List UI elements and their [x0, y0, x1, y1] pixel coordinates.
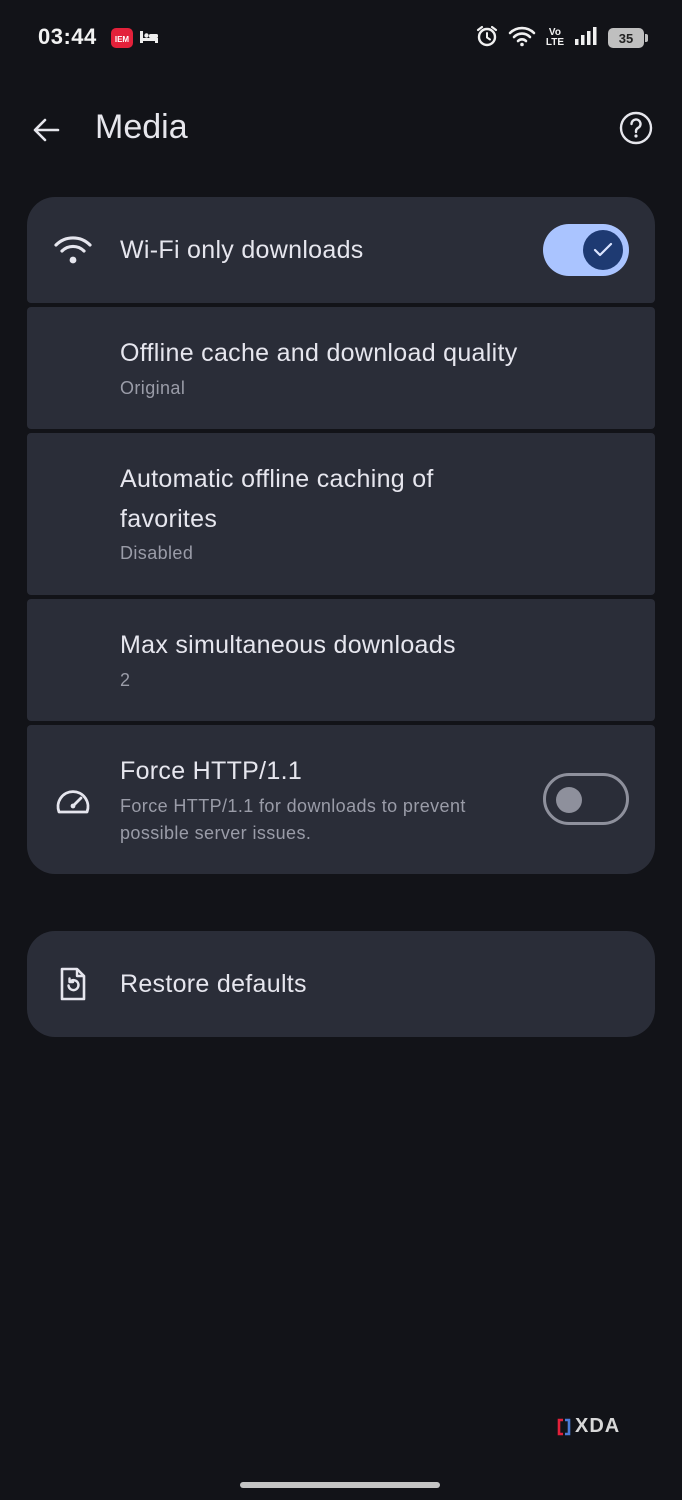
watermark: XDA — [557, 1415, 620, 1438]
speedometer-icon — [53, 781, 93, 821]
setting-title-line2: favorites — [120, 505, 218, 533]
battery-icon: 35 — [608, 28, 648, 48]
setting-subtitle: 2 — [120, 670, 131, 690]
back-button[interactable] — [26, 110, 66, 150]
settings-group: Wi-Fi only downloads Offline cache and d… — [27, 197, 655, 874]
restore-group: Restore defaults — [27, 931, 655, 1037]
setting-title: Force HTTP/1.1 — [120, 757, 303, 785]
status-time: 03:44 — [38, 24, 97, 49]
xda-logo-icon — [557, 1418, 571, 1435]
status-bar: 03:44 IEM Vo LTE 35 — [0, 0, 682, 78]
wifi-icon — [508, 25, 536, 52]
setting-title: Offline cache and download quality — [120, 339, 518, 367]
toggle-knob — [556, 787, 582, 813]
setting-subtitle: Disabled — [120, 543, 194, 563]
app-bar: Media — [0, 90, 682, 170]
signal-icon — [574, 26, 598, 51]
setting-title-line1: Automatic offline caching of — [120, 465, 434, 493]
page-title: Media — [95, 108, 188, 146]
check-icon — [593, 242, 613, 257]
setting-subtitle: Original — [120, 378, 186, 398]
svg-text:IEM: IEM — [115, 35, 130, 44]
system-status-icons: Vo LTE 35 — [476, 24, 648, 52]
bed-icon — [139, 28, 159, 51]
restore-defaults-label: Restore defaults — [120, 970, 307, 998]
wifi-only-toggle[interactable] — [543, 224, 629, 276]
setting-cache-quality[interactable]: Offline cache and download quality Origi… — [27, 307, 655, 429]
setting-title: Wi-Fi only downloads — [120, 236, 364, 264]
help-circle-icon — [619, 111, 653, 145]
restore-file-icon — [53, 964, 93, 1004]
setting-force-http[interactable]: Force HTTP/1.1 Force HTTP/1.1 for downlo… — [27, 725, 655, 874]
volte-icon: Vo LTE — [545, 27, 564, 48]
setting-wifi-only-downloads[interactable]: Wi-Fi only downloads — [27, 197, 655, 303]
setting-title: Max simultaneous downloads — [120, 631, 456, 659]
setting-subtitle-line2: possible server issues. — [120, 823, 312, 843]
setting-auto-offline-caching[interactable]: Automatic offline caching of favorites D… — [27, 433, 655, 595]
toggle-knob — [583, 230, 623, 270]
app-notification-icon: IEM — [111, 28, 133, 53]
alarm-icon — [476, 25, 498, 52]
home-indicator[interactable] — [240, 1482, 440, 1488]
wifi-icon — [53, 230, 93, 270]
help-button[interactable] — [616, 108, 656, 148]
watermark-text: XDA — [575, 1415, 621, 1437]
arrow-left-icon — [33, 118, 60, 142]
restore-defaults-button[interactable]: Restore defaults — [27, 931, 655, 1037]
setting-subtitle-line1: Force HTTP/1.1 for downloads to prevent — [120, 796, 466, 816]
force-http-toggle[interactable] — [543, 773, 629, 825]
setting-max-simultaneous-downloads[interactable]: Max simultaneous downloads 2 — [27, 599, 655, 721]
